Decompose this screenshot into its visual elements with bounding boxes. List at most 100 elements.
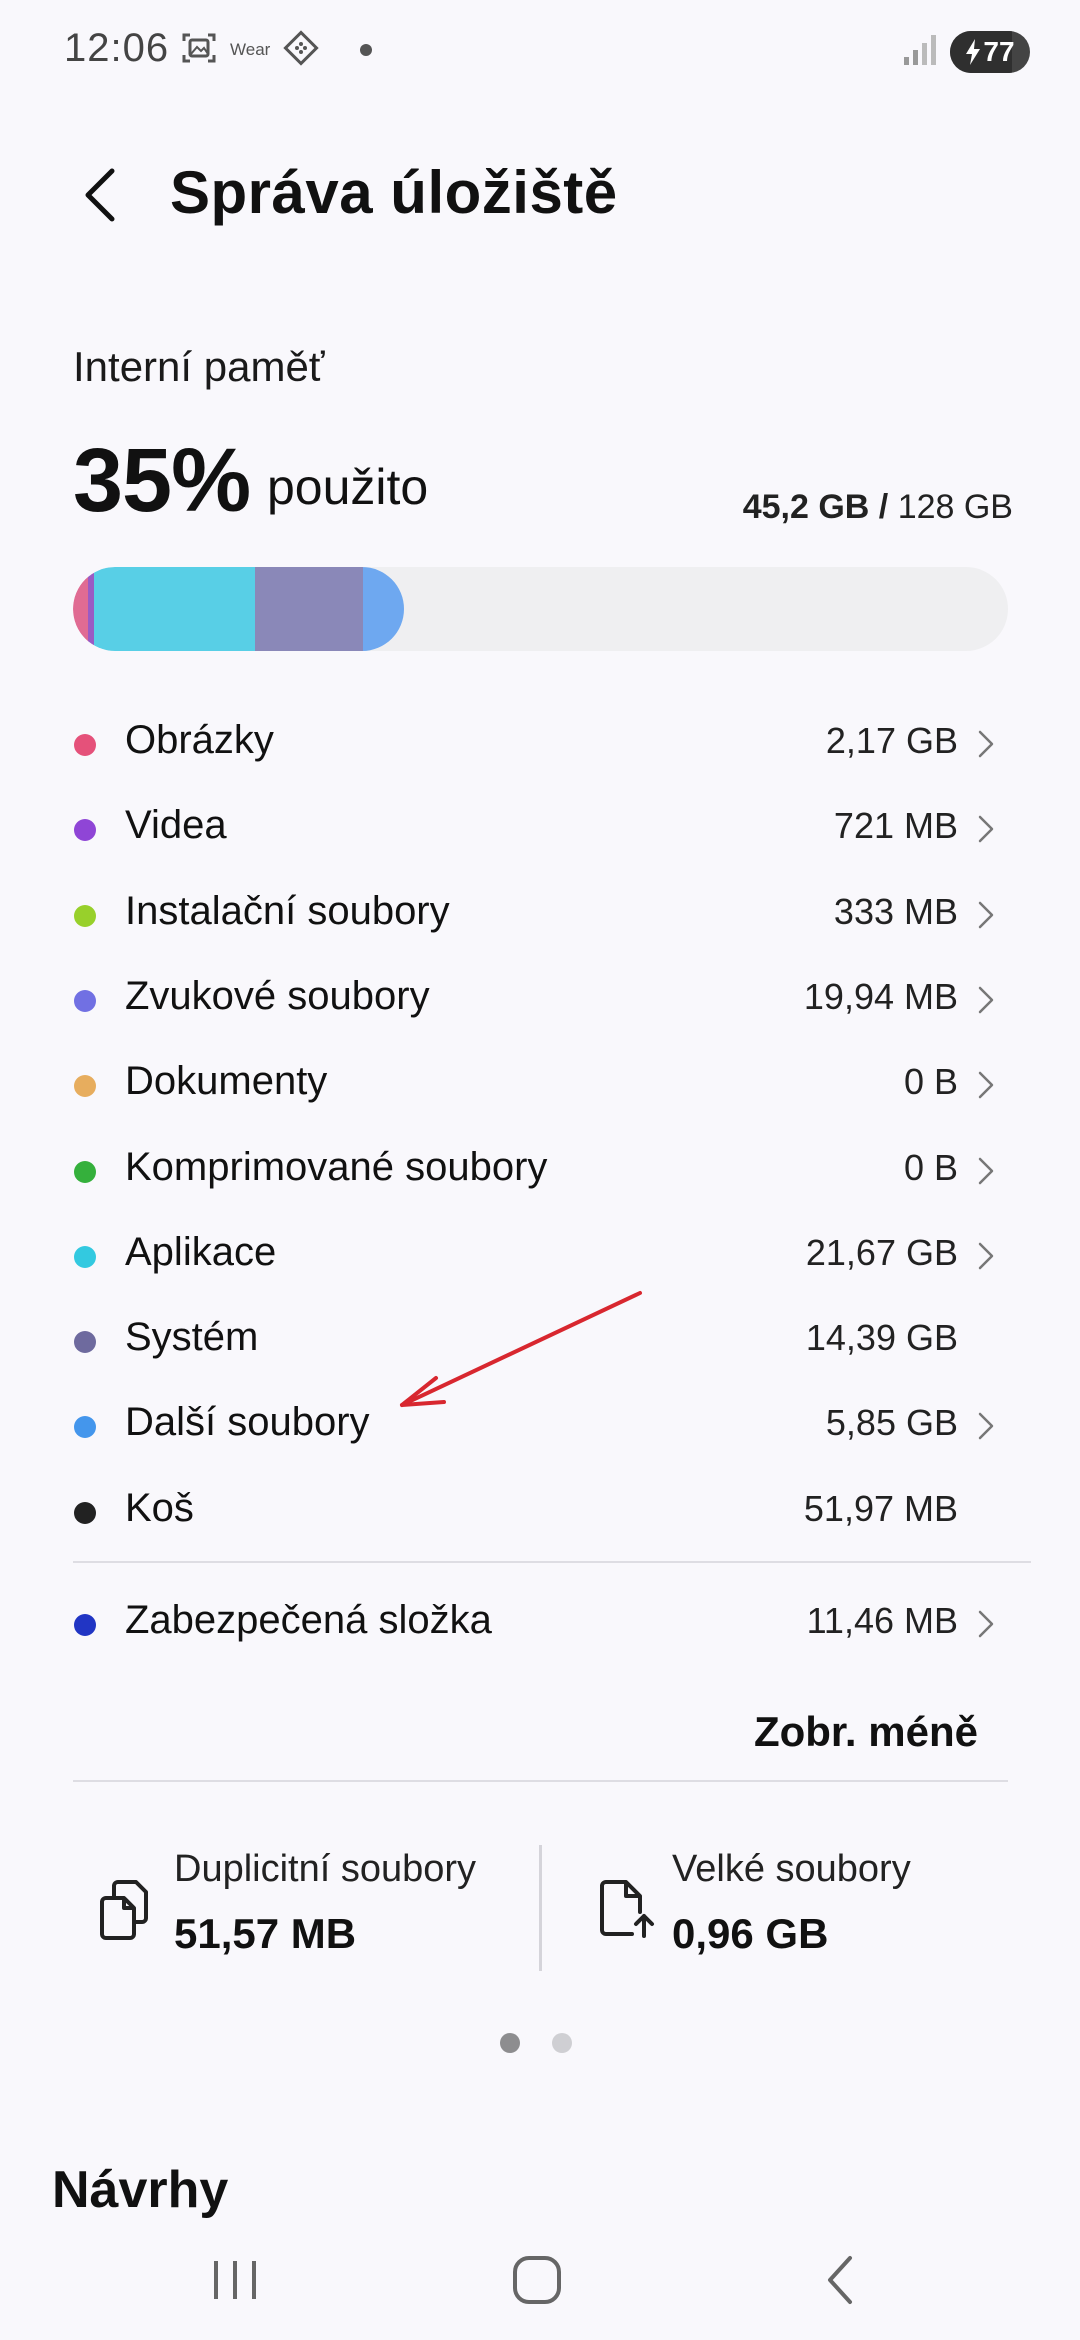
category-name: Další soubory (125, 1400, 370, 1445)
capacity-separator: / (878, 488, 889, 526)
category-item[interactable]: Komprimované soubory 0 B (0, 1127, 1080, 1212)
cards-divider (539, 1845, 542, 1971)
usage-segment (362, 567, 404, 651)
category-size: 51,97 MB (803, 1487, 958, 1529)
used-label: použito (267, 459, 429, 515)
storage-label: Interní paměť (73, 343, 325, 390)
secure-folder-item[interactable]: Zabezpečená složka 11,46 MB (0, 1580, 1080, 1665)
category-item[interactable]: Instalační soubory 333 MB (0, 871, 1080, 956)
screenshot-icon (180, 29, 218, 72)
usage-segment (93, 567, 256, 651)
category-color-dot (74, 819, 96, 842)
category-item[interactable]: Další soubory 5,85 GB (0, 1382, 1080, 1467)
diamond-app-icon (282, 29, 320, 72)
navigation-bar (0, 2220, 1080, 2340)
category-name: Aplikace (125, 1229, 277, 1274)
category-item[interactable]: Videa 721 MB (0, 785, 1080, 870)
chevron-right-icon (978, 1071, 994, 1099)
category-item: Koš 51,97 MB (0, 1468, 1080, 1553)
home-button[interactable] (497, 2250, 577, 2310)
home-icon (513, 2256, 561, 2304)
chevron-right-icon (978, 986, 994, 1014)
category-size: 5,85 GB (825, 1402, 958, 1444)
storage-usage-bar (73, 567, 1008, 651)
category-name: Dokumenty (125, 1059, 328, 1104)
duplicate-files-card[interactable]: Duplicitní soubory 51,57 MB (98, 1848, 518, 1978)
category-item[interactable]: Obrázky 2,17 GB (0, 700, 1080, 785)
chevron-right-icon (978, 1157, 994, 1184)
recents-icon (214, 2261, 256, 2299)
status-icons-right: 77 (904, 30, 1030, 74)
category-item: Systém 14,39 GB (0, 1297, 1080, 1382)
status-time: 12:06 (64, 26, 170, 70)
used-percent: 35% (73, 431, 251, 531)
category-color-dot (74, 1160, 96, 1183)
usage-segment (73, 567, 88, 651)
status-bar: 12:06 Wear 77 (0, 0, 1080, 100)
category-item[interactable]: Aplikace 21,67 GB (0, 1212, 1080, 1297)
notification-dot (360, 44, 373, 56)
signal-icon (904, 34, 936, 70)
category-item[interactable]: Dokumenty 0 B (0, 1041, 1080, 1126)
show-less-button[interactable]: Zobr. méně (754, 1708, 978, 1756)
category-name: Zvukové soubory (125, 973, 430, 1018)
total-amount: 128 GB (897, 488, 1013, 526)
category-name: Videa (125, 803, 227, 848)
category-color-dot (74, 1245, 96, 1268)
capacity-text: 45,2 GB / 128 GB (743, 488, 1013, 527)
category-size: 19,94 MB (803, 975, 958, 1017)
large-files-card[interactable]: Velké soubory 0,96 GB (596, 1848, 1016, 1978)
recents-button[interactable] (195, 2250, 275, 2310)
used-amount: 45,2 GB (742, 488, 870, 526)
category-size: 721 MB (833, 805, 958, 847)
category-name: Systém (125, 1315, 259, 1360)
category-size: 21,67 GB (805, 1231, 958, 1273)
category-name: Obrázky (125, 718, 274, 762)
category-size: 14,39 GB (805, 1317, 958, 1359)
category-name: Koš (125, 1485, 194, 1530)
chevron-right-icon (978, 901, 994, 928)
section-divider (73, 1780, 1008, 1782)
page-title: Správa úložiště (170, 159, 618, 226)
chevron-right-icon (978, 1610, 994, 1638)
category-color-dot (74, 989, 96, 1012)
usage-segment (255, 567, 363, 651)
category-color-dot (74, 1075, 96, 1098)
app-header: Správa úložiště (0, 140, 1080, 250)
category-size: 0 B (903, 1146, 958, 1188)
chevron-right-icon (978, 1413, 994, 1440)
suggestions-heading: Návrhy (52, 2161, 229, 2219)
duplicate-files-icon (100, 1880, 148, 1940)
storage-usage-summary: 35% použito 45,2 GB / 128 GB (73, 430, 1013, 531)
battery-charging-icon: 77 (950, 31, 1030, 73)
category-name: Instalační soubory (125, 888, 450, 933)
usage-bar-fill (73, 567, 404, 651)
duplicate-files-title: Duplicitní soubory (174, 1848, 477, 1890)
category-name: Komprimované soubory (125, 1144, 548, 1189)
large-files-size: 0,96 GB (672, 1910, 829, 1957)
page-dot (552, 2033, 572, 2053)
chevron-right-icon (978, 816, 994, 843)
large-file-icon (600, 1880, 654, 1938)
category-item[interactable]: Zvukové soubory 19,94 MB (0, 956, 1080, 1041)
large-files-title: Velké soubory (672, 1848, 911, 1890)
category-color-dot (74, 734, 96, 756)
back-button[interactable] (70, 165, 130, 225)
category-size: 2,17 GB (825, 720, 958, 761)
category-size: 0 B (903, 1061, 958, 1103)
back-arrow-icon (85, 168, 115, 222)
chevron-right-icon (978, 1242, 994, 1270)
category-color-dot (74, 1331, 96, 1354)
secure-folder-dot (74, 1614, 96, 1636)
category-color-dot (74, 904, 96, 927)
back-icon (828, 2256, 852, 2304)
battery-level: 77 (983, 36, 1015, 67)
back-nav-button[interactable] (800, 2250, 880, 2310)
secure-folder-name: Zabezpečená složka (125, 1598, 492, 1642)
status-icons-left: Wear (180, 28, 373, 72)
chevron-right-icon (978, 730, 994, 758)
page-indicator (500, 2033, 572, 2053)
list-divider (73, 1561, 1031, 1563)
wear-icon: Wear (230, 40, 271, 59)
page-dot (500, 2033, 520, 2053)
